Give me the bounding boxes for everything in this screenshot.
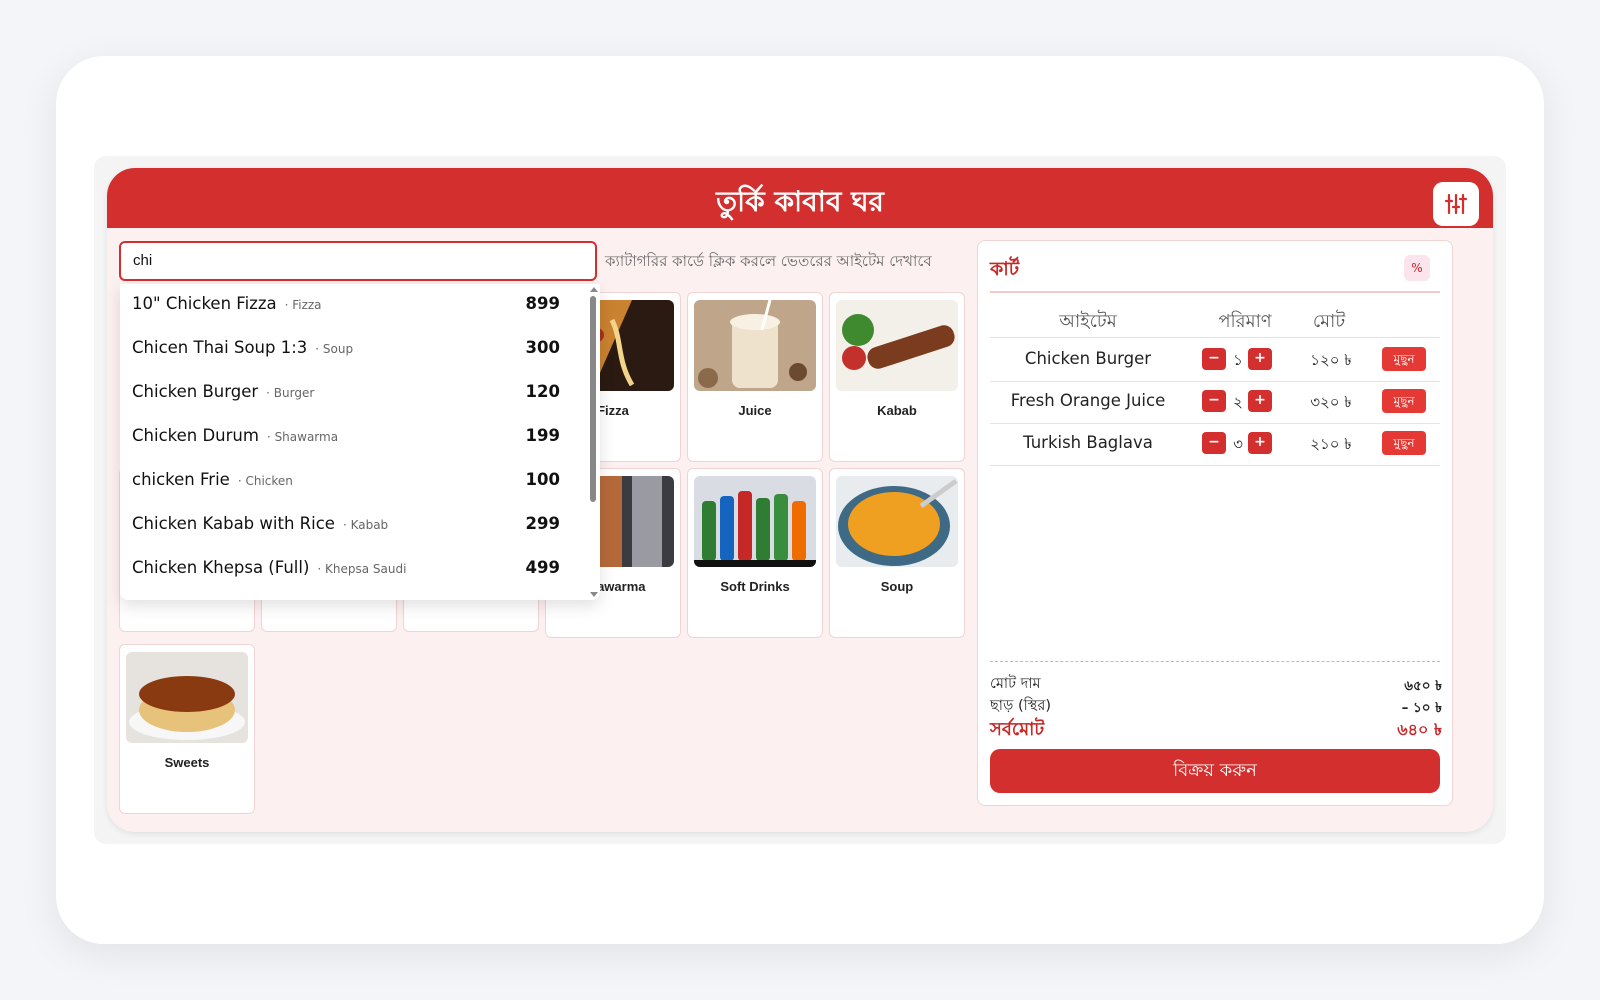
app-header: তুর্কি কাবাব ঘর bbox=[107, 168, 1493, 228]
suggestion-price: 300 bbox=[525, 338, 560, 357]
app-title: তুর্কি কাবাব ঘর bbox=[716, 185, 884, 218]
settings-button[interactable] bbox=[1433, 182, 1479, 226]
scrollbar[interactable] bbox=[588, 284, 598, 600]
suggestion-price: 199 bbox=[525, 426, 560, 445]
suggestion-category: · Shawarma bbox=[266, 430, 339, 444]
cart-item-name: Chicken Burger bbox=[1024, 349, 1152, 368]
suggestion-name: Chicken Burger bbox=[132, 382, 259, 401]
kebab-photo bbox=[836, 300, 958, 391]
category-label: Sweets bbox=[164, 755, 210, 770]
decrease-qty-button[interactable]: − bbox=[1202, 432, 1226, 454]
grand-total-value: ৬৪০ ৳ bbox=[1397, 720, 1442, 739]
scroll-up-arrow-icon[interactable] bbox=[590, 287, 598, 292]
cart-item-name: Turkish Baglava bbox=[1023, 433, 1153, 452]
category-card-sweets[interactable]: Sweets bbox=[119, 644, 255, 814]
soft-drinks-photo bbox=[694, 476, 816, 567]
subtotal-label: মোট দাম bbox=[990, 676, 1041, 692]
category-label: Soft Drinks bbox=[720, 579, 790, 594]
suggestion-item[interactable]: 10" Chicken Fizza · Fizza 899 bbox=[120, 284, 580, 329]
subtotal-value: ৬৫০ ৳ bbox=[1404, 678, 1442, 694]
suggestion-name: Chicken Durum bbox=[132, 426, 259, 445]
cart-panel: কার্ট % আইটেম পরিমাণ মোট Chicken Burger … bbox=[977, 240, 1453, 806]
cart-row: Chicken Burger − ১ + ১২০ ৳ মুছুন bbox=[990, 339, 1440, 381]
category-card-soup[interactable]: Soup bbox=[829, 468, 965, 638]
suggestion-category: · Kabab bbox=[342, 518, 389, 532]
decrease-qty-button[interactable]: − bbox=[1202, 390, 1226, 412]
suggestion-category: · Soup bbox=[315, 342, 354, 356]
cart-item-total: ৩২০ ৳ bbox=[1310, 393, 1352, 411]
divider bbox=[990, 465, 1440, 466]
cart-title: কার্ট bbox=[990, 258, 1020, 280]
suggestion-name: Chicken Kabab with Rice bbox=[132, 514, 335, 533]
divider bbox=[990, 337, 1440, 338]
suggestion-name: Chicen Thai Soup 1:3 bbox=[132, 338, 308, 357]
suggestion-item[interactable]: Chicken Kabab with Rice · Kabab 299 bbox=[120, 504, 580, 549]
delete-item-button[interactable]: মুছুন bbox=[1382, 347, 1426, 371]
suggestion-category: · Khepsa Saudi bbox=[317, 562, 407, 576]
pudding-photo bbox=[126, 652, 248, 743]
suggestion-price: 100 bbox=[525, 470, 560, 489]
scroll-down-arrow-icon[interactable] bbox=[590, 592, 598, 597]
suggestion-category: · Burger bbox=[266, 386, 315, 400]
cart-item-qty: ২ bbox=[1233, 393, 1243, 411]
sliders-icon bbox=[1444, 193, 1468, 215]
suggestion-name: chicken Frie bbox=[132, 470, 230, 489]
cart-row: Fresh Orange Juice − ২ + ৩২০ ৳ মুছুন bbox=[990, 381, 1440, 423]
delete-item-button[interactable]: মুছুন bbox=[1382, 389, 1426, 413]
divider bbox=[990, 661, 1440, 662]
cart-item-qty: ১ bbox=[1233, 351, 1243, 369]
increase-qty-button[interactable]: + bbox=[1248, 348, 1272, 370]
suggestion-category: · Chicken bbox=[237, 474, 293, 488]
suggestion-name: 10" Chicken Fizza bbox=[132, 294, 277, 313]
suggestion-price: 899 bbox=[525, 294, 560, 313]
suggestion-item[interactable]: Chicken Burger · Burger 120 bbox=[120, 372, 580, 417]
suggestion-name: Chicken Khepsa (Full) bbox=[132, 558, 310, 577]
divider bbox=[990, 291, 1440, 293]
increase-qty-button[interactable]: + bbox=[1248, 390, 1272, 412]
search-suggestions: 10" Chicken Fizza · Fizza 899 Chicen Thai… bbox=[120, 284, 600, 600]
cart-row: Turkish Baglava − ৩ + ২১০ ৳ মুছুন bbox=[990, 423, 1440, 465]
cart-clear-button[interactable]: % bbox=[1404, 255, 1430, 281]
cart-item-total: ১২০ ৳ bbox=[1310, 351, 1352, 369]
delete-item-button[interactable]: মুছুন bbox=[1382, 431, 1426, 455]
cart-item-total: ২১০ ৳ bbox=[1310, 435, 1352, 453]
category-label: Soup bbox=[880, 579, 914, 594]
category-card-juice[interactable]: Juice bbox=[687, 292, 823, 462]
category-card-kabab[interactable]: Kabab bbox=[829, 292, 965, 462]
column-header-qty: পরিমাণ bbox=[1218, 311, 1272, 332]
increase-qty-button[interactable]: + bbox=[1248, 432, 1272, 454]
suggestion-item[interactable]: Chicken Durum · Shawarma 199 bbox=[120, 416, 580, 461]
smoothie-photo bbox=[694, 300, 816, 391]
suggestion-item[interactable]: Chicen Thai Soup 1:3 · Soup 300 bbox=[120, 328, 580, 373]
category-card-soft-drinks[interactable]: Soft Drinks bbox=[687, 468, 823, 638]
column-header-total: মোট bbox=[1312, 311, 1346, 332]
grand-total-label: সর্বমোট bbox=[990, 719, 1045, 740]
pos-app: তুর্কি কাবাব ঘর chi ক্যাটাগরির কার্ডে ক্… bbox=[107, 168, 1493, 832]
sell-button[interactable]: বিক্রয় করুন bbox=[990, 749, 1440, 793]
suggestion-price: 299 bbox=[525, 514, 560, 533]
column-header-item: আইটেম bbox=[1059, 311, 1117, 332]
search-input[interactable]: chi bbox=[119, 241, 597, 281]
soup-photo bbox=[836, 476, 958, 567]
cart-item-name: Fresh Orange Juice bbox=[1010, 391, 1166, 410]
cart-item-qty: ৩ bbox=[1233, 435, 1243, 453]
suggestion-item[interactable]: Chicken Khepsa (Full) · Khepsa Saudi 499 bbox=[120, 548, 580, 593]
category-label: Kabab bbox=[877, 403, 917, 418]
scroll-thumb[interactable] bbox=[590, 296, 596, 502]
suggestion-category: · Fizza bbox=[284, 298, 322, 312]
suggestion-item[interactable]: chicken Frie · Chicken 100 bbox=[120, 460, 580, 505]
category-label: Juice bbox=[738, 403, 772, 418]
suggestion-price: 499 bbox=[525, 558, 560, 577]
decrease-qty-button[interactable]: − bbox=[1202, 348, 1226, 370]
suggestion-price: 120 bbox=[525, 382, 560, 401]
category-hint: ক্যাটাগরির কার্ডে ক্লিক করলে ভেতরের আইটে… bbox=[605, 252, 932, 270]
